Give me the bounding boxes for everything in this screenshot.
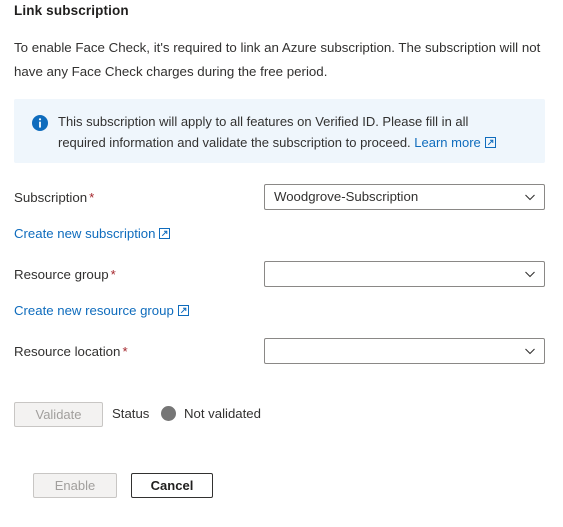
external-link-icon [159,227,171,242]
enable-button[interactable]: Enable [33,473,117,498]
intro-paragraph: To enable Face Check, it's required to l… [14,40,541,79]
resource-location-label-text: Resource location [14,344,121,359]
external-link-icon [484,133,496,154]
info-banner-text: This subscription will apply to all feat… [58,111,518,154]
resource-group-dropdown-value [274,262,516,286]
status-label: Status [112,406,150,421]
resource-location-dropdown[interactable] [264,338,545,364]
resource-location-dropdown-value [274,339,516,363]
resource-location-label: Resource location * [14,344,128,359]
chevron-down-icon [524,191,536,203]
learn-more-link[interactable]: Learn more [414,135,480,150]
status-value: Not validated [184,406,261,421]
cancel-button[interactable]: Cancel [131,473,213,498]
subscription-label-text: Subscription [14,190,88,205]
subscription-dropdown[interactable]: Woodgrove-Subscription [264,184,545,210]
create-new-subscription-label: Create new subscription [14,226,156,241]
subscription-dropdown-value: Woodgrove-Subscription [274,189,419,204]
resource-group-label-text: Resource group [14,267,109,282]
required-asterisk: * [122,344,128,359]
info-banner-message: This subscription will apply to all feat… [58,114,469,150]
create-new-subscription-link[interactable]: Create new subscription [14,226,171,242]
resource-group-dropdown[interactable] [264,261,545,287]
external-link-icon [177,304,189,319]
required-asterisk: * [89,190,95,205]
info-banner: This subscription will apply to all feat… [14,99,545,163]
chevron-down-icon [524,345,536,357]
link-subscription-panel: Link subscription To enable Face Check, … [0,0,563,527]
resource-group-label: Resource group * [14,267,116,282]
create-new-resource-group-label: Create new resource group [14,303,174,318]
chevron-down-icon [524,268,536,280]
required-asterisk: * [110,267,116,282]
status-badge [161,406,176,421]
create-new-resource-group-link[interactable]: Create new resource group [14,303,189,319]
page-title: Link subscription [14,3,129,18]
subscription-label: Subscription * [14,190,94,205]
validate-button[interactable]: Validate [14,402,103,427]
info-circle-icon [32,115,48,131]
